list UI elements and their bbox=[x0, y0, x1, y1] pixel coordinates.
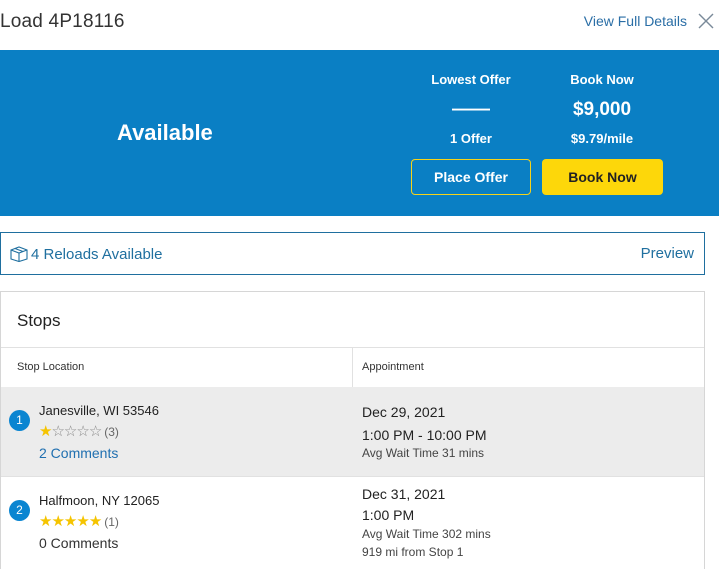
reloads-bar[interactable]: 4 Reloads Available Preview bbox=[0, 232, 705, 275]
stop-row: 1 Janesville, WI 53546 ★☆☆☆☆ (3) 2 Commen… bbox=[1, 387, 704, 476]
comments-link[interactable]: 2 Comments bbox=[39, 445, 118, 461]
star-filled-icon: ★ bbox=[63, 513, 77, 530]
stop-location: Janesville, WI 53546 bbox=[39, 403, 159, 418]
availability-banner: Available Lowest Offer —— 1 Offer Book N… bbox=[0, 50, 719, 216]
appointment-time: 1:00 PM - 10:00 PM bbox=[362, 427, 487, 443]
rating-count: (1) bbox=[104, 515, 119, 529]
star-rating: ★☆☆☆☆ (3) bbox=[39, 422, 119, 440]
offer-count: 1 Offer bbox=[450, 131, 492, 146]
box-icon bbox=[10, 246, 28, 262]
lowest-offer-label: Lowest Offer bbox=[431, 72, 511, 87]
reloads-label: 4 Reloads Available bbox=[31, 246, 163, 263]
star-filled-icon: ★ bbox=[39, 423, 52, 440]
book-now-button[interactable]: Book Now bbox=[542, 159, 663, 195]
book-now-price: $9,000 bbox=[572, 99, 632, 120]
star-filled-icon: ★ bbox=[39, 513, 52, 530]
stop-number-badge: 1 bbox=[9, 410, 30, 431]
stop-location: Halfmoon, NY 12065 bbox=[39, 493, 160, 508]
star-filled-icon: ★ bbox=[88, 513, 102, 530]
load-status: Available bbox=[117, 120, 213, 145]
star-rating: ★★★★★ (1) bbox=[39, 512, 119, 530]
avg-wait-time: Avg Wait Time 302 mins bbox=[362, 527, 491, 541]
stop-number-badge: 2 bbox=[9, 500, 30, 521]
star-empty-icon: ☆ bbox=[51, 423, 64, 440]
stop-row: 2 Halfmoon, NY 12065 ★★★★★ (1) 0 Comments… bbox=[1, 476, 704, 569]
book-now-label: Book Now bbox=[570, 72, 634, 87]
preview-link[interactable]: Preview bbox=[641, 245, 694, 262]
view-full-details-link[interactable]: View Full Details bbox=[584, 13, 687, 29]
column-header-appointment: Appointment bbox=[362, 361, 424, 373]
rate-per-mile: $9.79/mile bbox=[570, 131, 634, 146]
close-icon[interactable] bbox=[697, 12, 715, 30]
load-header: Load 4P18116 View Full Details bbox=[0, 0, 719, 50]
star-empty-icon: ☆ bbox=[88, 423, 102, 440]
appointment-time: 1:00 PM bbox=[362, 507, 415, 523]
load-title: Load 4P18116 bbox=[0, 11, 125, 32]
star-filled-icon: ★ bbox=[76, 513, 89, 530]
lowest-offer-value: —— bbox=[452, 99, 490, 120]
appointment-date: Dec 31, 2021 bbox=[362, 486, 446, 502]
star-empty-icon: ☆ bbox=[76, 423, 89, 440]
stops-panel: Stops Stop Location Appointment 1 Janesv… bbox=[0, 291, 705, 569]
stops-title: Stops bbox=[17, 311, 61, 330]
comments-count: 0 Comments bbox=[39, 535, 119, 551]
star-empty-icon: ☆ bbox=[63, 423, 77, 440]
place-offer-button[interactable]: Place Offer bbox=[411, 159, 531, 195]
appointment-date: Dec 29, 2021 bbox=[362, 404, 446, 420]
rating-count: (3) bbox=[104, 425, 119, 439]
distance-from-previous-stop: 919 mi from Stop 1 bbox=[362, 545, 464, 559]
star-filled-icon: ★ bbox=[51, 513, 64, 530]
column-header-stop-location: Stop Location bbox=[17, 361, 85, 373]
avg-wait-time: Avg Wait Time 31 mins bbox=[362, 446, 485, 460]
